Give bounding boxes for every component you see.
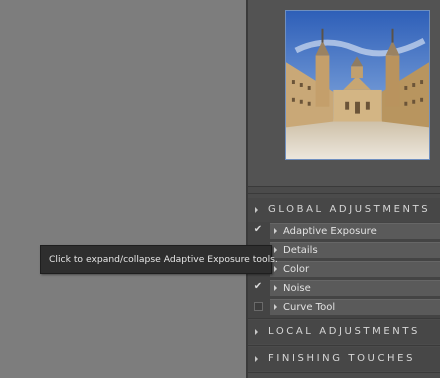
tool-label: Details (283, 245, 318, 256)
section-finishing-touches[interactable]: FINISHING TOUCHES (248, 347, 440, 371)
tool-color[interactable]: Color (270, 261, 440, 277)
tooltip: Click to expand/collapse Adaptive Exposu… (40, 245, 278, 274)
separator (248, 318, 440, 319)
checkbox[interactable] (254, 302, 263, 311)
right-panel: GLOBAL ADJUSTMENTS ✔ Adaptive Exposure D… (248, 0, 440, 378)
separator (248, 345, 440, 346)
section-label: LOCAL ADJUSTMENTS (268, 326, 421, 337)
triangle-right-icon (255, 356, 258, 362)
tool-curve-tool[interactable]: Curve Tool (270, 299, 440, 315)
checkmark-icon[interactable]: ✔ (253, 282, 263, 292)
tool-label: Adaptive Exposure (283, 226, 377, 237)
triangle-right-icon (274, 285, 277, 291)
tool-details[interactable]: Details (270, 242, 440, 258)
tool-label: Noise (283, 283, 311, 294)
image-canvas[interactable] (0, 0, 246, 378)
triangle-right-icon (274, 304, 277, 310)
tool-row-curve-tool[interactable]: Curve Tool (248, 298, 440, 316)
image-thumbnail[interactable] (285, 10, 430, 160)
triangle-down-icon (255, 207, 258, 213)
triangle-right-icon (274, 228, 277, 234)
thumbnail-image (286, 11, 429, 159)
section-local-adjustments[interactable]: LOCAL ADJUSTMENTS (248, 320, 440, 344)
separator (248, 193, 440, 194)
navigator (248, 0, 440, 186)
tool-noise[interactable]: Noise (270, 280, 440, 296)
tool-label: Color (283, 264, 310, 275)
section-label: FINISHING TOUCHES (268, 353, 416, 364)
tool-adaptive-exposure[interactable]: Adaptive Exposure (270, 223, 440, 239)
section-global-adjustments[interactable]: GLOBAL ADJUSTMENTS (248, 198, 440, 222)
tool-label: Curve Tool (283, 302, 336, 313)
separator (248, 372, 440, 373)
checkmark-icon[interactable]: ✔ (253, 225, 263, 235)
tooltip-text: Click to expand/collapse Adaptive Exposu… (49, 254, 278, 265)
separator (248, 186, 440, 187)
section-label: GLOBAL ADJUSTMENTS (268, 204, 431, 215)
tool-row-noise[interactable]: ✔ Noise (248, 279, 440, 297)
tool-row-adaptive-exposure[interactable]: ✔ Adaptive Exposure (248, 222, 440, 240)
triangle-right-icon (255, 329, 258, 335)
